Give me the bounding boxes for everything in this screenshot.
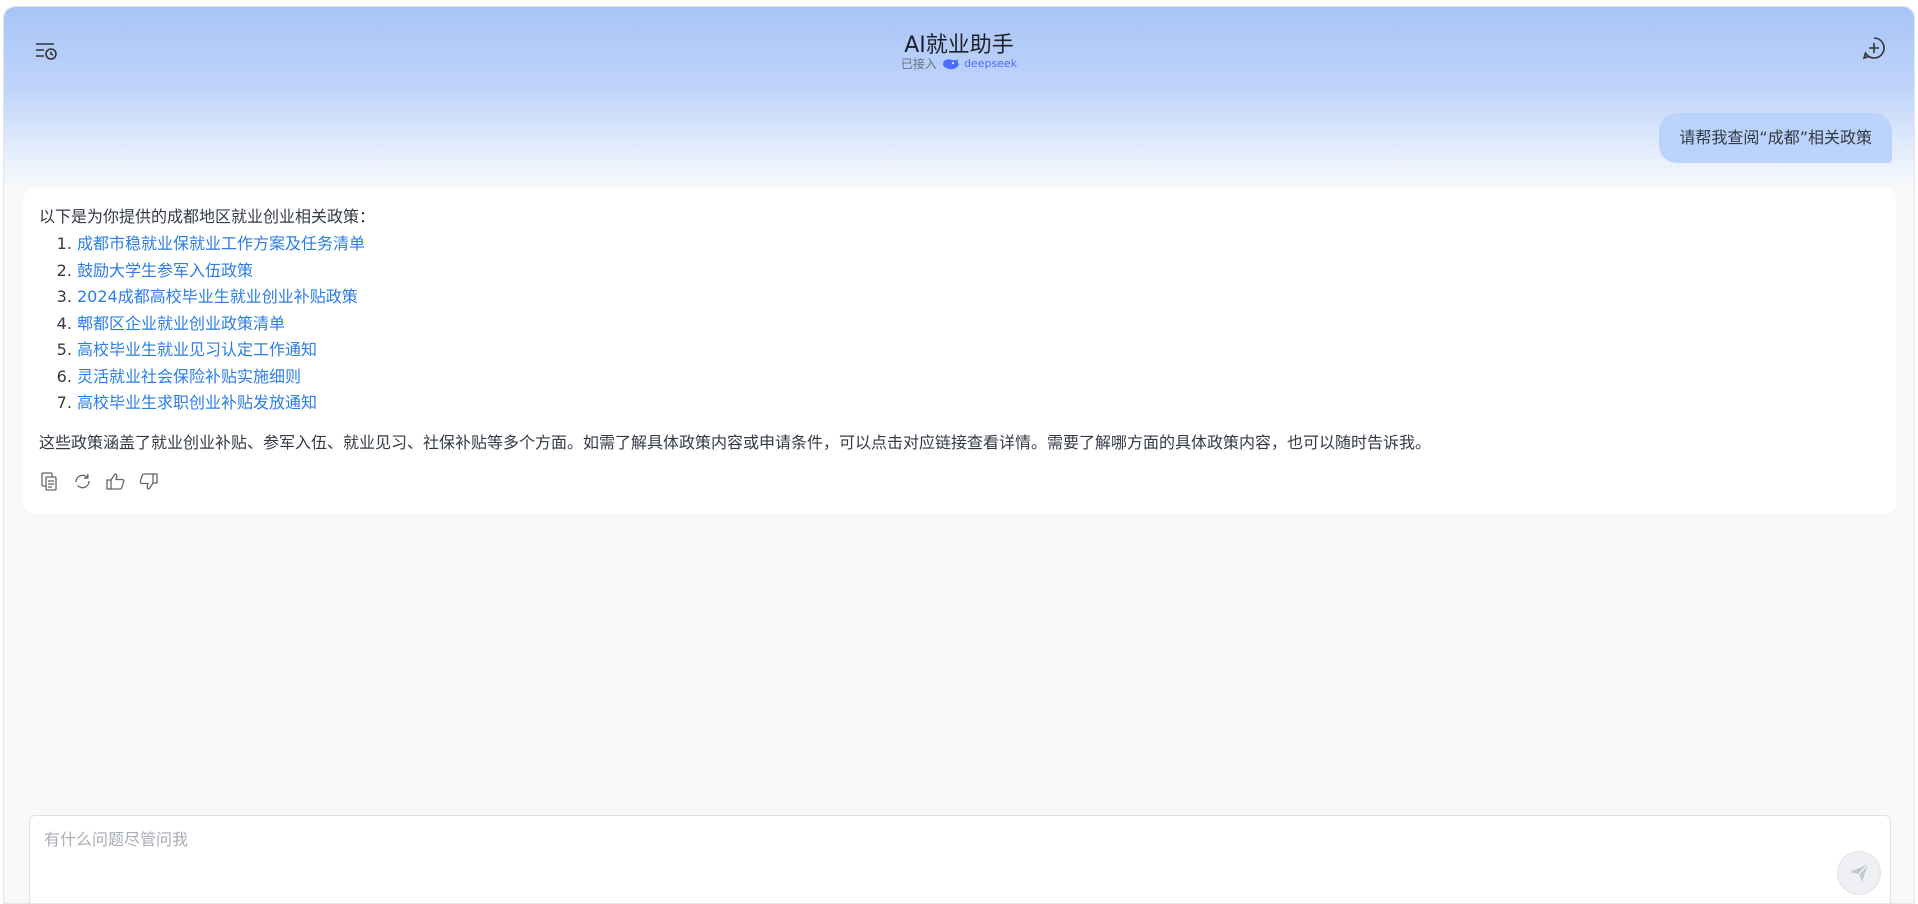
model-badge: 已接入 deepseek: [4, 55, 1914, 72]
list-item: 高校毕业生就业见习认定工作通知: [77, 337, 1880, 364]
thumbs-up-icon[interactable]: [105, 471, 126, 492]
deepseek-logo: deepseek: [941, 57, 1017, 71]
policy-link[interactable]: 郫都区企业就业创业政策清单: [77, 314, 285, 333]
whale-icon: [942, 58, 959, 69]
list-item: 灵活就业社会保险补贴实施细则: [77, 364, 1880, 391]
assistant-answer-card: 以下是为你提供的成都地区就业创业相关政策： 成都市稳就业保就业工作方案及任务清单…: [23, 189, 1896, 513]
plus-circle-icon[interactable]: [1860, 34, 1888, 62]
send-button[interactable]: [1837, 851, 1881, 895]
refresh-icon[interactable]: [72, 471, 93, 492]
policy-link[interactable]: 高校毕业生求职创业补贴发放通知: [77, 393, 317, 412]
list-item: 成都市稳就业保就业工作方案及任务清单: [77, 231, 1880, 258]
list-item: 郫都区企业就业创业政策清单: [77, 311, 1880, 338]
brand-name: deepseek: [963, 57, 1018, 70]
policy-list: 成都市稳就业保就业工作方案及任务清单 鼓励大学生参军入伍政策 2024成都高校毕…: [39, 231, 1880, 417]
answer-intro: 以下是为你提供的成都地区就业创业相关政策：: [39, 207, 376, 226]
copy-icon[interactable]: [39, 471, 60, 492]
policy-link[interactable]: 2024成都高校毕业生就业创业补贴政策: [77, 287, 358, 306]
list-item: 2024成都高校毕业生就业创业补贴政策: [77, 284, 1880, 311]
list-item: 鼓励大学生参军入伍政策: [77, 258, 1880, 285]
chat-input[interactable]: [42, 824, 1806, 898]
thumbs-down-icon[interactable]: [138, 471, 159, 492]
user-message-bubble: 请帮我查阅“成都”相关政策: [1659, 113, 1892, 163]
policy-link[interactable]: 鼓励大学生参军入伍政策: [77, 261, 253, 280]
policy-link[interactable]: 灵活就业社会保险补贴实施细则: [77, 367, 301, 386]
connected-label: 已接入: [900, 57, 937, 71]
app-window: AI就业助手 已接入 deepseek 请帮我查阅“成都”相关政策 以下是为你提…: [3, 6, 1915, 904]
send-icon: [1850, 863, 1869, 882]
chat-input-box: [29, 815, 1891, 903]
answer-actions: [39, 471, 1880, 492]
answer-summary: 这些政策涵盖了就业创业补贴、参军入伍、就业见习、社保补贴等多个方面。如需了解具体…: [39, 432, 1432, 452]
policy-link[interactable]: 高校毕业生就业见习认定工作通知: [77, 340, 317, 359]
policy-link[interactable]: 成都市稳就业保就业工作方案及任务清单: [77, 234, 365, 253]
list-item: 高校毕业生求职创业补贴发放通知: [77, 390, 1880, 417]
